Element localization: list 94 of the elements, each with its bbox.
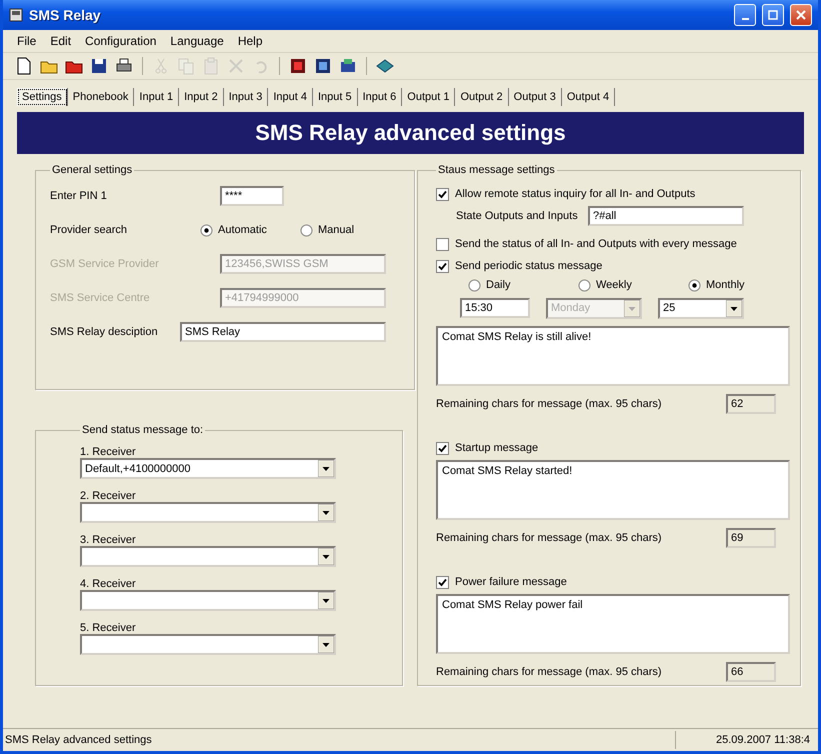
copy-icon — [176, 56, 196, 76]
caret-icon[interactable] — [318, 636, 334, 653]
remaining-chars-label: Remaining chars for message (max. 95 chars) — [436, 666, 663, 678]
menu-item[interactable]: Configuration — [79, 32, 162, 50]
time-field[interactable]: 15:30 — [460, 298, 530, 318]
radio-label: Monthly — [706, 279, 745, 291]
message-field[interactable]: Comat SMS Relay started! — [436, 460, 790, 520]
message-field[interactable]: Comat SMS Relay power fail — [436, 594, 790, 654]
group-title: General settings — [51, 164, 134, 176]
receiver-dropdown[interactable]: Default,+4100000000 — [80, 458, 336, 479]
group-title: Staus message settings — [437, 164, 556, 176]
field-label: GSM Service Provider — [50, 258, 160, 270]
remaining-chars-field: 62 — [726, 394, 776, 414]
checkbox[interactable] — [436, 238, 449, 250]
menu-item[interactable]: Help — [232, 32, 268, 50]
caret-icon[interactable] — [318, 592, 334, 609]
close-icon — [796, 10, 806, 20]
tab[interactable]: Input 3 — [224, 88, 268, 106]
checkbox-label[interactable]: Startup message — [436, 438, 790, 458]
field-label: SMS Service Centre — [50, 292, 151, 304]
group-title: Send status message to: — [81, 424, 204, 436]
field-label: SMS Relay desciption — [50, 326, 159, 338]
checkbox-label[interactable]: Send the status of all In- and Outputs with every message — [436, 234, 790, 254]
text-field[interactable]: SMS Relay — [180, 322, 386, 342]
radio-label: Manual — [318, 224, 354, 236]
receiver-dropdown[interactable] — [80, 502, 336, 523]
message-field[interactable]: Comat SMS Relay is still alive! — [436, 326, 790, 386]
checkbox-label[interactable]: Allow remote status inquiry for all In- and Outputs — [436, 184, 790, 204]
tab[interactable]: Output 3 — [508, 88, 562, 106]
save-icon — [89, 56, 109, 76]
checkbox-label[interactable]: Power failure message — [436, 572, 790, 592]
receiver-dropdown[interactable] — [80, 546, 336, 567]
radio-button[interactable] — [200, 224, 213, 236]
radio-button[interactable] — [468, 278, 481, 292]
field-label: 1. Receiver — [80, 446, 136, 458]
checkbox-text: Power failure message — [455, 576, 567, 588]
status-time: 25.09.2007 11:38:4 — [675, 731, 818, 749]
checkbox[interactable] — [436, 260, 449, 272]
field-label: State Outputs and Inputs — [456, 210, 579, 222]
radio-button[interactable] — [578, 278, 591, 292]
checkbox-text: Startup message — [455, 442, 538, 454]
tab[interactable]: Phonebook — [68, 88, 134, 106]
caret-icon[interactable] — [726, 300, 742, 316]
minimize-icon — [742, 18, 748, 20]
close-button[interactable] — [790, 4, 812, 26]
radio-button[interactable] — [300, 224, 313, 236]
tab[interactable]: Output 2 — [455, 88, 509, 106]
tab[interactable]: Input 5 — [312, 88, 358, 106]
checkbox[interactable] — [436, 188, 449, 200]
field-label: 5. Receiver — [80, 622, 136, 634]
radio-button[interactable] — [688, 278, 701, 292]
remaining-chars-label: Remaining chars for message (max. 95 chars) — [436, 398, 663, 410]
field-label: 2. Receiver — [80, 490, 136, 502]
day-dropdown[interactable]: 25 — [658, 298, 744, 318]
field-label: 3. Receiver — [80, 534, 136, 546]
radio-label: Daily — [486, 279, 510, 291]
radio-label: Weekly — [596, 279, 632, 291]
tab[interactable]: Output 4 — [562, 88, 616, 106]
tab[interactable]: Output 1 — [402, 88, 456, 106]
radio-label: Automatic — [218, 224, 267, 236]
remaining-chars-field: 69 — [726, 528, 776, 548]
field-label: 4. Receiver — [80, 578, 136, 590]
tab[interactable]: Settings — [17, 88, 68, 106]
caret-icon[interactable] — [318, 460, 334, 477]
remaining-chars-field: 66 — [726, 662, 776, 682]
text-field[interactable]: ?#all — [588, 206, 744, 226]
caret-icon[interactable] — [318, 548, 334, 565]
minimize-button[interactable] — [734, 4, 756, 26]
remaining-chars-label: Remaining chars for message (max. 95 chars) — [436, 532, 663, 544]
menu-item[interactable]: Language — [164, 32, 230, 50]
tab[interactable]: Input 1 — [134, 88, 180, 106]
caret-icon[interactable] — [318, 504, 334, 521]
tab[interactable]: Input 6 — [358, 88, 402, 106]
receiver-dropdown[interactable] — [80, 590, 336, 611]
checkbox[interactable] — [436, 576, 449, 588]
checkbox[interactable] — [436, 442, 449, 454]
field-label: Enter PIN 1 — [50, 190, 108, 202]
app-icon — [9, 8, 23, 22]
menu-item[interactable]: File — [11, 32, 42, 50]
window-title: SMS Relay — [29, 7, 102, 23]
checkbox-label[interactable]: Send periodic status message — [436, 256, 790, 276]
menu-item[interactable]: Edit — [44, 32, 78, 50]
tab[interactable]: Input 2 — [179, 88, 224, 106]
checkbox-text: Allow remote status inquiry for all In- and Outputs — [455, 188, 696, 200]
page-banner: SMS Relay advanced settings — [17, 112, 804, 154]
maximize-icon — [768, 10, 778, 20]
pin-field[interactable]: **** — [220, 186, 284, 206]
field-label: Provider search — [50, 224, 128, 236]
checkbox-text: Send periodic status message — [455, 260, 602, 272]
checkbox-text: Send the status of all In- and Outputs with every message — [455, 238, 737, 250]
receiver-dropdown[interactable] — [80, 634, 336, 655]
maximize-button[interactable] — [762, 4, 784, 26]
tab[interactable]: Input 4 — [268, 88, 313, 106]
status-text: SMS Relay advanced settings — [4, 734, 153, 746]
